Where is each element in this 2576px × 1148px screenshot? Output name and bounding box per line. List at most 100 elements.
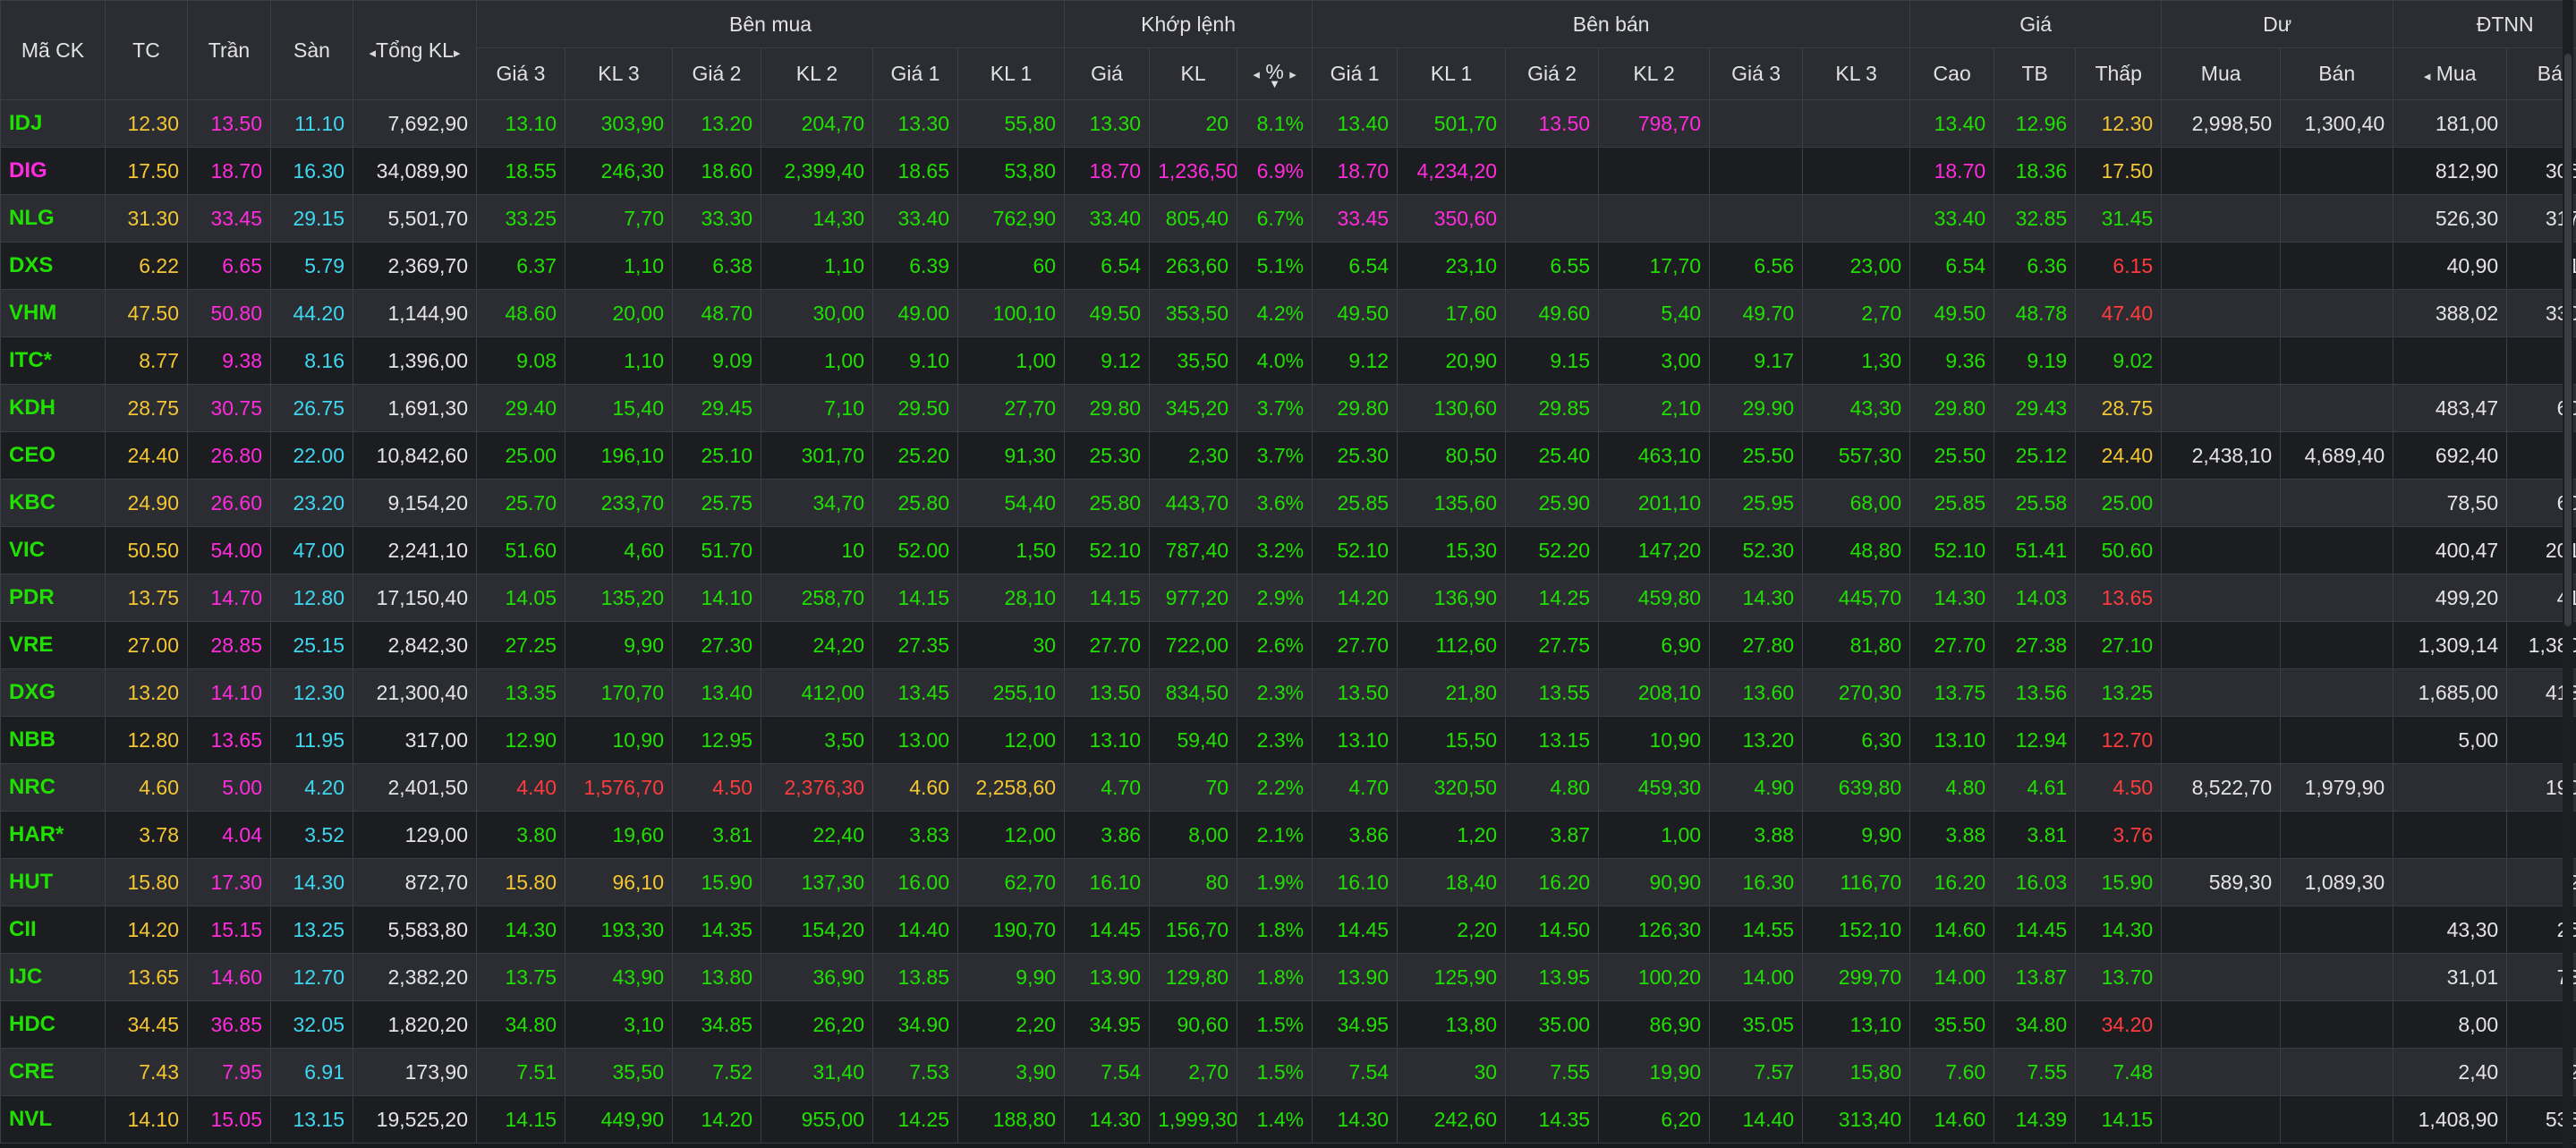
cell-symbol[interactable]: VHM	[0, 289, 106, 337]
cell-symbol[interactable]: HAR*	[0, 811, 106, 859]
table-row[interactable]: HAR* 3.78 4.04 3.52 129,00 3.80 19,60 3.81 22,40…	[0, 811, 2576, 859]
cell-symbol[interactable]: KBC	[0, 479, 106, 527]
cell-symbol[interactable]: ITC*	[0, 336, 106, 385]
col-ask2-price[interactable]: Giá 2	[1505, 47, 1600, 100]
col-bid2-price[interactable]: Giá 2	[672, 47, 761, 100]
table-row[interactable]: HDC 34.45 36.85 32.05 1,820,20 34.80 3,10 34.85…	[0, 1000, 2576, 1049]
col-bid1-vol[interactable]: KL 1	[956, 47, 1066, 100]
cell-bid3-vol: 10,90	[565, 716, 673, 764]
table-row[interactable]: PDR 13.75 14.70 12.80 17,150,40 14.05 135,20 14…	[0, 574, 2576, 622]
table-row[interactable]: DXS 6.22 6.65 5.79 2,369,70 6.37 1,10 6.38 1,10 6…	[0, 242, 2576, 290]
cell-bid1-price: 13.30	[872, 99, 958, 148]
cell-symbol[interactable]: DIG	[0, 147, 106, 195]
cell-floor: 26.75	[270, 384, 353, 432]
table-row[interactable]: HUT 15.80 17.30 14.30 872,70 15.80 96,10 15.90 1…	[0, 858, 2576, 906]
cell-symbol[interactable]: KDH	[0, 384, 106, 432]
col-bid3-vol[interactable]: KL 3	[565, 47, 673, 100]
cell-symbol[interactable]: NLG	[0, 194, 106, 242]
col-ask3-vol[interactable]: KL 3	[1802, 47, 1911, 100]
col-ref[interactable]: TC	[105, 0, 188, 100]
col-surplus-sell[interactable]: Bán	[2280, 47, 2394, 100]
table-row[interactable]: NRC 4.60 5.00 4.20 2,401,50 4.40 1,576,70 4.50 2…	[0, 763, 2576, 812]
col-floor[interactable]: Sàn	[270, 0, 353, 100]
table-row[interactable]: ITC* 8.77 9.38 8.16 1,396,00 9.08 1,10 9.09 1,00…	[0, 336, 2576, 385]
cell-symbol[interactable]: NBB	[0, 716, 106, 764]
table-row[interactable]: CEO 24.40 26.80 22.00 10,842,60 25.00 196,10 25…	[0, 431, 2576, 480]
cell-ref: 13.65	[105, 953, 188, 1001]
table-row[interactable]: NVL 14.10 15.05 13.15 19,525,20 14.15 449,90 14…	[0, 1095, 2576, 1144]
scrollbar-thumb[interactable]	[2564, 54, 2572, 626]
cell-bid3-vol: 196,10	[565, 431, 673, 480]
cell-symbol[interactable]: NVL	[0, 1095, 106, 1144]
col-surplus-buy[interactable]: Mua	[2161, 47, 2282, 100]
cell-symbol[interactable]: IJC	[0, 953, 106, 1001]
cell-ask1-price: 14.20	[1312, 574, 1399, 622]
vertical-scrollbar[interactable]	[2563, 0, 2573, 1148]
col-total-vol[interactable]: ◂Tổng KL▸	[353, 0, 477, 100]
cell-surplus-buy	[2161, 289, 2282, 337]
table-row[interactable]: CII 14.20 15.15 13.25 5,583,80 14.30 193,30 14.…	[0, 906, 2576, 954]
table-row[interactable]: KBC 24.90 26.60 23.20 9,154,20 25.70 233,70 25.…	[0, 479, 2576, 527]
col-match-pct[interactable]: ◂ % ▸ ▼	[1237, 47, 1314, 100]
col-ask3-price[interactable]: Giá 3	[1709, 47, 1804, 100]
cell-ask3-price: 14.40	[1709, 1095, 1804, 1144]
scroll-left-icon[interactable]: ◂	[369, 46, 376, 61]
col-high[interactable]: Cao	[1909, 47, 1995, 100]
table-row[interactable]: VRE 27.00 28.85 25.15 2,842,30 27.25 9,90 27.30…	[0, 621, 2576, 669]
col-match-vol[interactable]: KL	[1149, 47, 1238, 100]
table-row[interactable]: IDJ 12.30 13.50 11.10 7,692,90 13.10 303,90 13.…	[0, 99, 2576, 148]
cell-symbol[interactable]: HUT	[0, 858, 106, 906]
cell-surplus-buy	[2161, 906, 2282, 954]
table-row[interactable]: DXG 13.20 14.10 12.30 21,300,40 13.35 170,70 13…	[0, 668, 2576, 717]
cell-symbol[interactable]: CEO	[0, 431, 106, 480]
cell-match-vol: 20	[1149, 99, 1238, 148]
col-match-price[interactable]: Giá	[1064, 47, 1151, 100]
cell-ask3-price	[1709, 99, 1804, 148]
cell-match-vol: 722,00	[1149, 621, 1238, 669]
col-ceil[interactable]: Trần	[187, 0, 271, 100]
col-bid2-vol[interactable]: KL 2	[761, 47, 873, 100]
foreign-left-icon[interactable]: ◂	[2424, 69, 2431, 84]
table-row[interactable]: NLG 31.30 33.45 29.15 5,501,70 33.25 7,70 33.30…	[0, 194, 2576, 242]
table-row[interactable]: KDH 28.75 30.75 26.75 1,691,30 29.40 15,40 29.4…	[0, 384, 2576, 432]
col-bid3-price[interactable]: Giá 3	[476, 47, 565, 100]
prev-col-icon[interactable]: ◂	[1253, 67, 1260, 82]
table-row[interactable]: NBB 12.80 13.65 11.95 317,00 12.90 10,90 12.95 3…	[0, 716, 2576, 764]
col-ask1-price[interactable]: Giá 1	[1312, 47, 1399, 100]
cell-symbol[interactable]: VIC	[0, 526, 106, 574]
cell-symbol[interactable]: VRE	[0, 621, 106, 669]
cell-symbol[interactable]: IDJ	[0, 99, 106, 148]
cell-foreign-buy: 1,309,14	[2393, 621, 2508, 669]
cell-bid2-price: 51.70	[672, 526, 761, 574]
cell-symbol[interactable]: DXG	[0, 668, 106, 717]
cell-ask2-price: 3.87	[1505, 811, 1600, 859]
col-ask2-vol[interactable]: KL 2	[1598, 47, 1711, 100]
col-avg[interactable]: TB	[1994, 47, 2077, 100]
table-row[interactable]: IJC 13.65 14.60 12.70 2,382,20 13.75 43,90 13.8…	[0, 953, 2576, 1001]
cell-match-vol: 156,70	[1149, 906, 1238, 954]
cell-floor: 11.10	[270, 99, 353, 148]
cell-symbol[interactable]: HDC	[0, 1000, 106, 1049]
cell-ask3-vol: 152,10	[1802, 906, 1911, 954]
cell-symbol[interactable]: PDR	[0, 574, 106, 622]
cell-symbol[interactable]: CRE	[0, 1048, 106, 1096]
cell-symbol[interactable]: NRC	[0, 763, 106, 812]
table-row[interactable]: VIC 50.50 54.00 47.00 2,241,10 51.60 4,60 51.70…	[0, 526, 2576, 574]
col-foreign-buy[interactable]: ◂ Mua	[2393, 47, 2508, 100]
cell-bid1-price: 18.65	[872, 147, 958, 195]
col-bid1-price[interactable]: Giá 1	[872, 47, 958, 100]
col-ask1-vol[interactable]: KL 1	[1397, 47, 1507, 100]
cell-symbol[interactable]: CII	[0, 906, 106, 954]
col-symbol[interactable]: Mã CK	[0, 0, 106, 100]
cell-symbol[interactable]: DXS	[0, 242, 106, 290]
cell-ask1-vol: 15,30	[1397, 526, 1507, 574]
table-row[interactable]: DIG 17.50 18.70 16.30 34,089,90 18.55 246,30 18…	[0, 147, 2576, 195]
cell-ref: 7.43	[105, 1048, 188, 1096]
cell-ask1-price: 13.50	[1312, 668, 1399, 717]
col-low[interactable]: Thấp	[2075, 47, 2163, 100]
table-row[interactable]: CRE 7.43 7.95 6.91 173,90 7.51 35,50 7.52 31,40 7…	[0, 1048, 2576, 1096]
cell-ask3-vol: 9,90	[1802, 811, 1911, 859]
scroll-right-icon[interactable]: ▸	[454, 46, 461, 61]
table-row[interactable]: VHM 47.50 50.80 44.20 1,144,90 48.60 20,00 48.7…	[0, 289, 2576, 337]
next-col-icon[interactable]: ▸	[1289, 67, 1297, 82]
